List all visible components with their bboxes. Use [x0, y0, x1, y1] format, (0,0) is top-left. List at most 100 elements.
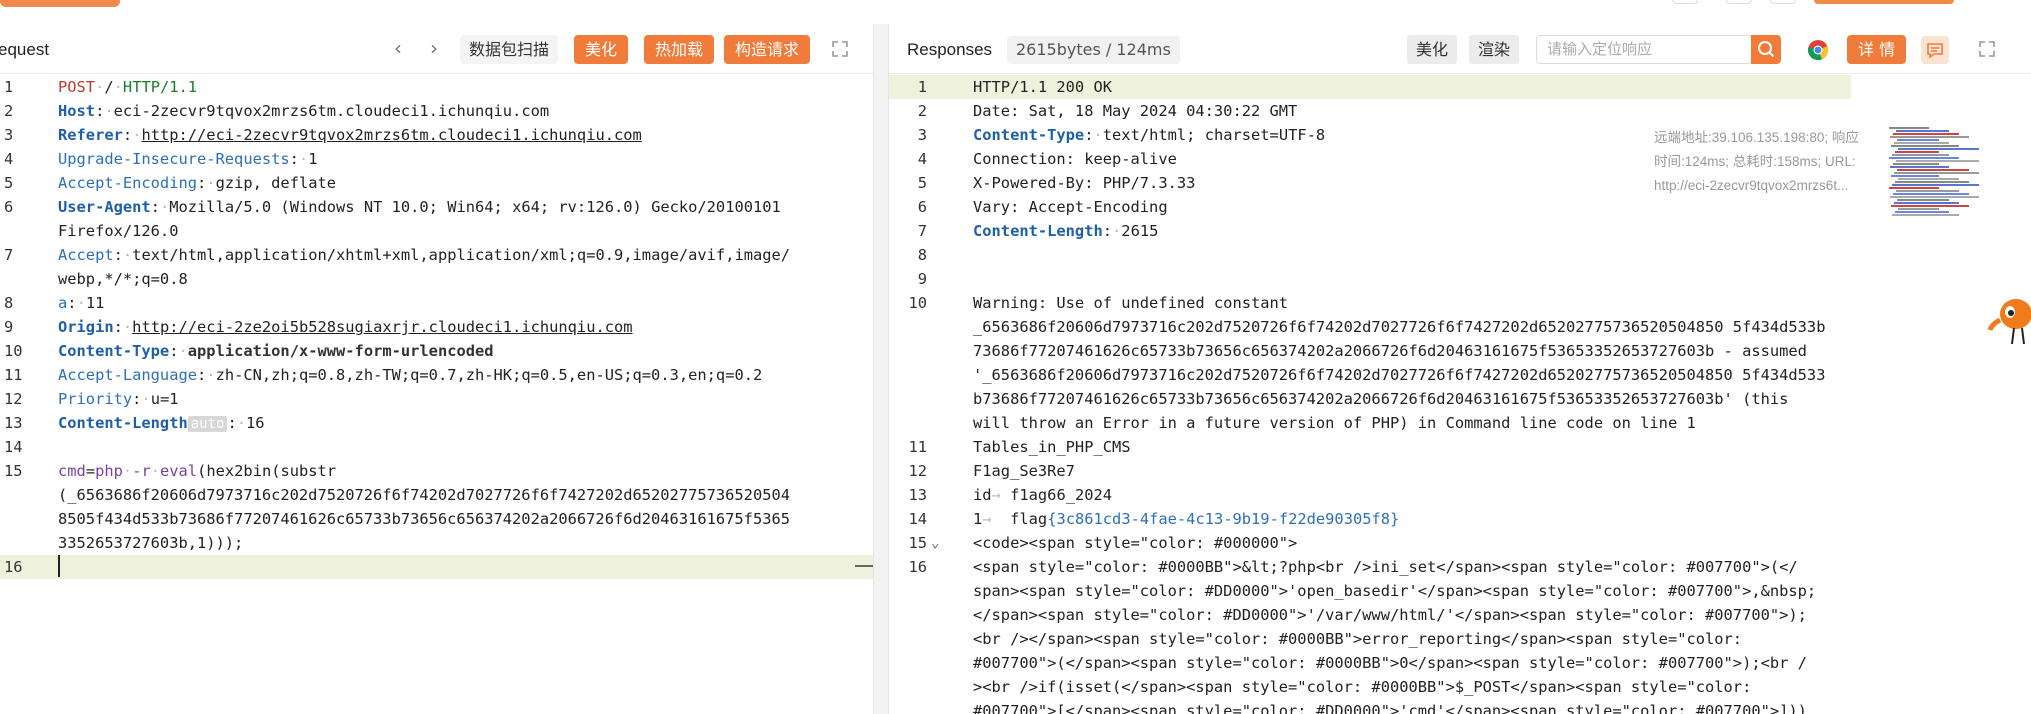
- warning-text: Warning: Use of undefined constant: [973, 294, 1289, 312]
- minimap-line: [1896, 130, 1949, 132]
- response-meta: 远端地址:39.106.135.198:80; 响应 时间:124ms; 总耗时…: [1654, 126, 1884, 198]
- search-button[interactable]: [1751, 35, 1781, 64]
- top-window-button[interactable]: [1726, 0, 1752, 4]
- header-key: Priority: [58, 390, 133, 408]
- status-line: HTTP/1.1 200 OK: [973, 78, 1112, 96]
- minimap-line: [1898, 178, 1959, 180]
- minimap-line: [1892, 154, 1949, 156]
- current-line[interactable]: 16: [0, 555, 873, 579]
- response-viewer[interactable]: 1 HTTP/1.1 200 OK 2 Date: Sat, 18 May 2024…: [889, 75, 2031, 714]
- response-url[interactable]: http://eci-2zecvr9tqvox2mrzs6t...: [1654, 174, 1884, 198]
- html-line: span><span style="color: #DD0000">'open_…: [973, 582, 1817, 600]
- header-value: Mozilla/5.0 (Windows NT 10.0; Win64; x64…: [169, 198, 781, 216]
- request-editor[interactable]: 1 POST·/·HTTP/1.1 2 Host:·eci-2zecvr9tqvox…: [0, 75, 873, 714]
- locate-response-input[interactable]: [1536, 35, 1752, 64]
- expand-icon[interactable]: [1977, 39, 1999, 61]
- top-orange-button[interactable]: [0, 0, 120, 7]
- top-toolbar-strip: [0, 0, 2031, 22]
- html-line: <span style="color: #0000BB">&lt;?php<br…: [973, 558, 1798, 576]
- flag-label: flag: [1010, 510, 1048, 528]
- minimap-line: [1889, 187, 1939, 189]
- scroll-marker[interactable]: [855, 565, 873, 567]
- packet-scan-button[interactable]: 数据包扫描: [460, 35, 559, 64]
- minimap-line: [1893, 163, 1939, 165]
- output-line: Tables_in_PHP_CMS: [973, 438, 1131, 456]
- request-pane: equest ‹ › 数据包扫描 美化 热加载 构造请求 1 POST·/·HTT…: [0, 24, 874, 714]
- header-value: u=1: [150, 390, 179, 408]
- request-title: equest: [0, 40, 50, 59]
- expand-icon[interactable]: [830, 39, 852, 61]
- auto-tag[interactable]: auto: [187, 416, 228, 432]
- minimap-line: [1896, 160, 1979, 162]
- comment-icon[interactable]: [1921, 36, 1949, 64]
- minimap-line: [1894, 142, 1949, 144]
- minimap-line: [1895, 211, 1949, 213]
- referer-link[interactable]: http://eci-2zecvr9tqvox2mrzs6tm.cloudeci…: [141, 126, 641, 144]
- top-orange-button-right[interactable]: [1814, 0, 1954, 4]
- construct-request-button[interactable]: 构造请求: [724, 35, 811, 64]
- minimap-line: [1896, 190, 1959, 192]
- header-value: eci-2zecvr9tqvox2mrzs6tm.cloudeci1.ichun…: [113, 102, 550, 120]
- header-value-wrap: Firefox/126.0: [58, 222, 179, 240]
- response-stats-badge: 2615bytes / 124ms: [1007, 36, 1180, 64]
- minimap-line: [1892, 184, 1979, 186]
- header-value: application/x-www-form-urlencoded: [187, 342, 494, 360]
- header-value: zh-CN,zh;q=0.8,zh-TW;q=0.7,zh-HK;q=0.5,e…: [215, 366, 763, 384]
- header-key: a: [58, 294, 68, 312]
- body-value: (hex2bin(substr: [197, 462, 337, 480]
- header-key: User-Agent: [58, 198, 151, 216]
- warning-text: '_6563686f20606d7973716c202d7520726f6f74…: [973, 366, 1826, 384]
- header-key: Origin: [58, 318, 114, 336]
- render-button[interactable]: 渲染: [1469, 35, 1520, 64]
- timing-info: 时间:124ms; 总耗时:158ms; URL:: [1654, 154, 1856, 169]
- top-window-button[interactable]: [1672, 0, 1698, 4]
- minimap-line: [1894, 202, 1959, 204]
- body-value: php: [95, 462, 123, 480]
- response-pane: Responses 2615bytes / 124ms 美化 渲染 详 情 1 H…: [888, 24, 2031, 714]
- response-beautify-button[interactable]: 美化: [1407, 35, 1458, 64]
- warning-text: 73686f77207461626c65733b73656c656374202a…: [973, 342, 1807, 360]
- minimap-line: [1893, 193, 1969, 195]
- minimap-line: [1894, 172, 1979, 174]
- minimap-line: [1890, 196, 1979, 198]
- html-line: #007700">[</span><span style="color: #DD…: [973, 702, 1807, 714]
- header-key: Accept: [58, 246, 114, 264]
- minimap-line: [1890, 136, 1969, 138]
- code-minimap[interactable]: [1889, 127, 1981, 217]
- minimap-line: [1897, 169, 1969, 171]
- minimap-line: [1897, 139, 1939, 141]
- beautify-button[interactable]: 美化: [574, 35, 629, 64]
- warning-text: b73686f77207461626c65733b73656c656374202…: [973, 390, 1789, 408]
- chrome-icon[interactable]: [1807, 39, 1829, 61]
- origin-link[interactable]: http://eci-2ze2oi5b528sugiaxrjr.cloudeci…: [132, 318, 632, 336]
- fold-chevron-icon[interactable]: ⌄: [931, 531, 939, 555]
- html-line: ><br />if(isset(</span><span style="colo…: [973, 678, 1752, 696]
- minimap-line: [1895, 181, 1969, 183]
- top-window-button[interactable]: [1770, 0, 1796, 4]
- header-key: Content-Length: [58, 414, 188, 432]
- details-button[interactable]: 详 情: [1847, 35, 1907, 64]
- hotload-button[interactable]: 热加载: [644, 35, 715, 64]
- minimap-line: [1890, 166, 1949, 168]
- body-value-wrap: (_6563686f20606d7973716c202d7520726f6f74…: [58, 486, 791, 504]
- body-value-wrap: 3352653727603b,1)));: [58, 534, 244, 552]
- html-line: <br /></span><span style="color: #0000BB…: [973, 630, 1743, 648]
- header-value: 16: [246, 414, 265, 432]
- html-line: <code><span style="color: #000000">: [973, 534, 1298, 552]
- output-line: id: [973, 486, 992, 504]
- pane-divider[interactable]: [874, 24, 888, 714]
- header-value: text/html,application/xhtml+xml,applicat…: [132, 246, 791, 264]
- minimap-line: [1898, 208, 1939, 210]
- output-line: F1ag_Se3Re7: [973, 462, 1075, 480]
- minimap-line: [1897, 199, 1949, 201]
- minimap-line: [1893, 133, 1959, 135]
- header-key: Upgrade-Insecure-Requests: [58, 150, 290, 168]
- next-arrow-icon[interactable]: ›: [424, 38, 444, 58]
- remote-address: 远端地址:39.106.135.198:80; 响应: [1654, 130, 1859, 145]
- html-line: </span><span style="color: #DD0000">'/va…: [973, 606, 1807, 624]
- prev-arrow-icon[interactable]: ‹: [388, 38, 408, 58]
- mascot-icon[interactable]: [1986, 290, 2031, 346]
- http-method: POST: [58, 78, 96, 96]
- output-line: f1ag66_2024: [1010, 486, 1113, 504]
- header-line: Date: Sat, 18 May 2024 04:30:22 GMT: [973, 102, 1298, 120]
